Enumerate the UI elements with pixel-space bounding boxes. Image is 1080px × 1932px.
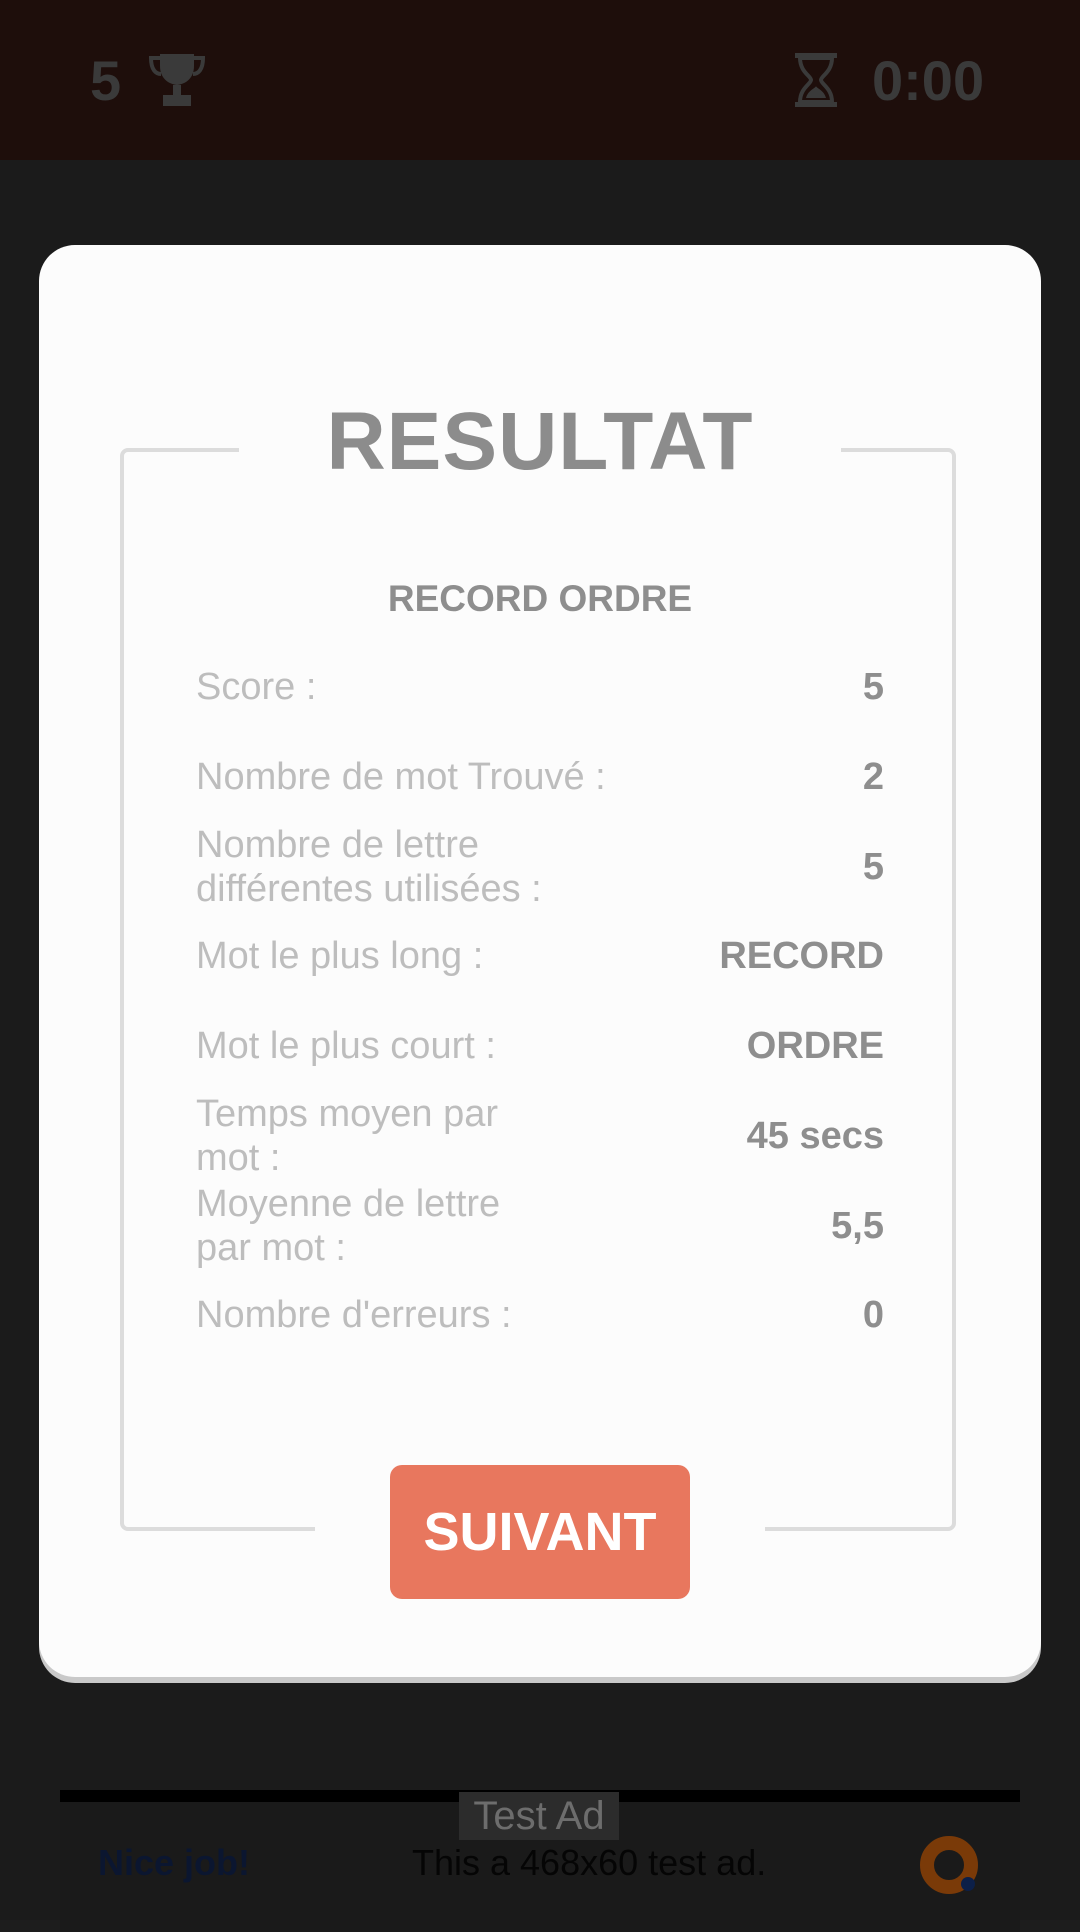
timer: 0:00: [872, 49, 985, 112]
stat-label: Mot le plus long :: [196, 935, 484, 977]
stat-value: 2: [862, 756, 884, 798]
dialog-subtitle: RECORD ORDRE: [387, 578, 693, 619]
stat-label: Nombre de mot Trouvé :: [196, 756, 606, 798]
stat-value: ORDRE: [746, 1025, 884, 1067]
ad-logo-icon: [920, 1836, 978, 1894]
result-dialog: RESULTAT RECORD ORDRE Score : 5 Nombre d…: [39, 245, 1041, 1677]
stat-label: Score :: [196, 666, 317, 708]
ad-badge: Test Ad: [459, 1792, 619, 1840]
ad-text: This a 468x60 test ad.: [412, 1842, 767, 1883]
trophy-icon: [148, 54, 206, 106]
stat-value: 5,5: [831, 1205, 884, 1247]
score-counter: 5: [90, 49, 122, 112]
hourglass-icon: [795, 53, 837, 107]
next-button[interactable]: SUIVANT: [390, 1465, 690, 1599]
stat-label: Moyenne de lettre par mot :: [196, 1183, 501, 1269]
stat-label: Temps moyen par mot :: [196, 1093, 499, 1179]
stat-label: Nombre de lettre différentes utilisées :: [196, 824, 542, 910]
stat-value: 5: [862, 666, 884, 708]
stat-value: 5: [862, 846, 884, 888]
dialog-title: RESULTAT: [326, 396, 754, 487]
stat-value: 45 secs: [746, 1115, 884, 1157]
stat-label: Mot le plus court :: [196, 1025, 496, 1067]
stat-value: RECORD: [719, 935, 884, 977]
stat-label: Nombre d'erreurs :: [196, 1294, 512, 1336]
stat-value: 0: [862, 1294, 884, 1336]
ad-headline: Nice job!: [98, 1842, 251, 1883]
top-bar: 5 0:00: [0, 0, 1080, 160]
ad-banner[interactable]: Test Ad Nice job! This a 468x60 test ad.: [60, 1790, 1020, 1932]
